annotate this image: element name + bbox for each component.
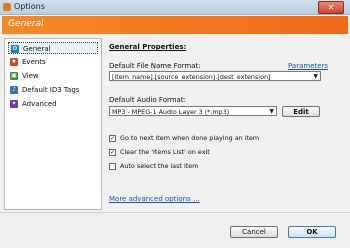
window-title: Options (14, 2, 45, 11)
checkbox-checked-icon[interactable]: ✓ (109, 149, 116, 156)
file-name-format-value: [item_name].[source_extension].[dest_ext… (112, 73, 271, 81)
checkbox-auto-select-last[interactable]: Auto select the last item (109, 162, 198, 171)
sidebar-item-default-id3-tags[interactable]: ♪ Default ID3 Tags (8, 84, 98, 96)
sidebar-item-label: General (23, 45, 51, 53)
parameters-link[interactable]: Parameters (288, 62, 328, 70)
sidebar-item-view[interactable]: ▣ View (8, 70, 98, 82)
checkbox-label: Clear the 'Items List' on exit (120, 148, 210, 156)
ok-button[interactable]: OK (288, 226, 336, 238)
checkbox-unchecked-icon[interactable] (109, 163, 116, 170)
chevron-down-icon: ▼ (313, 73, 318, 80)
file-name-format-combo[interactable]: [item_name].[source_extension].[dest_ext… (109, 71, 321, 81)
checkbox-label: Go to next item when done playing an ite… (120, 134, 260, 142)
sidebar-item-label: Advanced (22, 100, 57, 108)
edit-button[interactable]: Edit (282, 106, 320, 117)
advanced-icon: ✦ (10, 100, 18, 108)
audio-format-label: Default Audio Format: (109, 96, 186, 104)
general-icon: ⚙ (11, 45, 19, 53)
audio-format-combo[interactable]: MP3 - MPEG-1 Audio Layer 3 (*.mp3) ▼ (109, 106, 277, 116)
sidebar-item-events[interactable]: ★ Events (8, 56, 98, 68)
app-icon (3, 3, 11, 11)
cancel-button[interactable]: Cancel (230, 226, 278, 238)
options-window: Options ✕ General ⚙ General ★ Events ▣ V… (0, 0, 350, 248)
sidebar-item-label: View (22, 72, 39, 80)
events-icon: ★ (10, 58, 18, 66)
title-bar[interactable]: Options ✕ (0, 0, 350, 15)
tags-icon: ♪ (10, 86, 18, 94)
section-heading: General Properties: (109, 43, 187, 51)
close-button[interactable]: ✕ (318, 1, 344, 14)
sidebar-item-label: Events (22, 58, 46, 66)
checkbox-checked-icon[interactable]: ✓ (109, 135, 116, 142)
footer-divider (0, 212, 350, 213)
section-banner: General (2, 16, 348, 34)
sidebar-item-advanced[interactable]: ✦ Advanced (8, 98, 98, 110)
more-advanced-options-link[interactable]: More advanced options ... (109, 195, 200, 203)
options-sidebar: ⚙ General ★ Events ▣ View ♪ Default ID3 … (4, 38, 102, 210)
checkbox-clear-items-list[interactable]: ✓ Clear the 'Items List' on exit (109, 148, 210, 157)
checkbox-next-item[interactable]: ✓ Go to next item when done playing an i… (109, 134, 259, 143)
banner-title: General (8, 19, 44, 29)
chevron-down-icon: ▼ (269, 108, 274, 115)
checkbox-label: Auto select the last item (120, 162, 199, 170)
file-name-format-label: Default File Name Format: (109, 62, 201, 70)
sidebar-item-general[interactable]: ⚙ General (8, 42, 98, 54)
view-icon: ▣ (10, 72, 18, 80)
audio-format-value: MP3 - MPEG-1 Audio Layer 3 (*.mp3) (112, 108, 230, 116)
general-panel: General Properties: Default File Name Fo… (104, 38, 346, 208)
sidebar-item-label: Default ID3 Tags (22, 86, 80, 94)
